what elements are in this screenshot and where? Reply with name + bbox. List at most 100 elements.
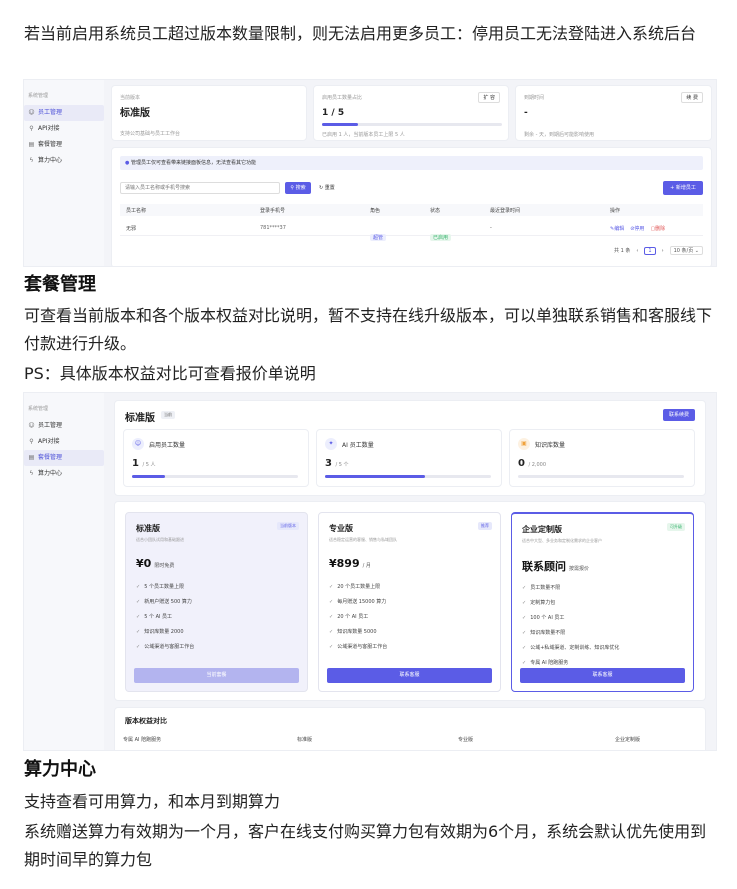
page-number[interactable]: 1	[644, 246, 656, 255]
plan-desc: 适合小团队试用和基础跟进	[136, 537, 184, 542]
version-label: 当前版本	[120, 95, 141, 101]
cell-last-login: -	[490, 225, 492, 231]
renew-button[interactable]: 续 费	[681, 92, 703, 103]
screenshot-employee-management: 系统管理 ☺ 员工管理 ⚲ API对接 ▤ 套餐管理 ϟ 算力中心 当前版本 标…	[23, 79, 717, 267]
contact-support-button[interactable]: 联系客服	[520, 668, 685, 683]
people-icon: ☺	[132, 438, 144, 450]
sidebar-title: 系统管理	[28, 93, 49, 99]
plan-price-value: 联系顾问	[522, 560, 566, 573]
compare-header-standard: 标准版	[297, 737, 313, 743]
reset-button[interactable]: ↻ 重置	[319, 182, 335, 194]
compare-header-service: 专属 AI 陪跑服务	[123, 737, 162, 743]
current-plan-button[interactable]: 当前套餐	[134, 668, 299, 683]
feature-item: 100 个 AI 员工	[522, 614, 564, 621]
compare-card: 版本权益对比 专属 AI 陪跑服务 标准版 专业版 企业定制版	[114, 707, 706, 750]
feature-item: 公域渠道与客服工作台	[136, 643, 194, 650]
bolt-icon: ϟ	[29, 157, 34, 164]
current-plan-badge: 当前	[161, 411, 175, 419]
column-header-phone: 登录手机号	[260, 208, 286, 214]
feature-item: 20 个 AI 员工	[329, 613, 368, 620]
plan-name: 专业版	[329, 524, 353, 533]
disable-label: 停用	[634, 226, 645, 232]
book-icon: ▣	[518, 438, 530, 450]
row-actions: ✎编辑 ⊘停用 ▢删除	[610, 225, 665, 232]
status-badge: 已启用	[430, 234, 452, 241]
plans-card: 标准版 当前版本 适合小团队试用和基础跟进 ¥0限时免费 5 个员工数量上限新用…	[114, 501, 706, 701]
stat-progress-fill	[325, 475, 425, 478]
sidebar-item-api[interactable]: ⚲ API对接	[24, 434, 104, 450]
sidebar-item-plan[interactable]: ▤ 套餐管理	[24, 137, 104, 153]
link-icon: ⚲	[29, 125, 34, 132]
sidebar-item-compute[interactable]: ϟ 算力中心	[24, 466, 104, 482]
plan-standard-card: 标准版 当前版本 适合小团队试用和基础跟进 ¥0限时免费 5 个员工数量上限新用…	[125, 512, 308, 692]
sidebar: 系统管理 ☺ 员工管理 ⚲ API对接 ▤ 套餐管理 ϟ 算力中心	[24, 393, 104, 750]
sidebar-item-compute[interactable]: ϟ 算力中心	[24, 153, 104, 169]
search-input[interactable]	[120, 182, 280, 194]
stat-label: 启用员工数量	[149, 442, 186, 449]
role-badge: 超管	[370, 234, 387, 241]
stat-progress	[518, 475, 684, 478]
delete-link[interactable]: ▢删除	[650, 225, 665, 232]
sidebar-title: 系统管理	[28, 406, 49, 412]
disable-link[interactable]: ⊘停用	[630, 225, 644, 232]
plan-overview-card: 标准版 当前 联系续费 ☺ 启用员工数量 1 / 5 人 ✦ AI 员工数量 3…	[114, 400, 706, 496]
info-icon: ●	[125, 160, 130, 166]
pagination: 共 1 条 ‹ 1 › 10 条/页 ⌄	[614, 246, 703, 255]
table-row: 无邪 781****37 超管 已启用 - ✎编辑 ⊘停用 ▢删除	[120, 220, 703, 241]
compare-header-enterprise: 企业定制版	[615, 737, 641, 743]
feature-item: 定制算力包	[522, 599, 555, 606]
employee-list-card: ● 管理员工仅可查看带来链接面板信息，无法查看其它功能 ⚲ 搜索 ↻ 重置 + …	[111, 147, 712, 266]
stat-card: ☺ 启用员工数量 1 / 5 人	[123, 429, 309, 487]
sidebar-item-api[interactable]: ⚲ API对接	[24, 121, 104, 137]
plan-desc: 适合稳定运营的客服、销售与私域团队	[329, 537, 397, 542]
next-page-icon[interactable]: ›	[662, 248, 664, 254]
version-desc: 支持公司基础与员工工作台	[120, 131, 181, 137]
stat-value-unit: / 5 个	[335, 462, 349, 468]
contact-renew-button[interactable]: 联系续费	[663, 409, 695, 421]
quota-card: 启用员工数量占比 扩 容 1 / 5 已启用 1 人，当前版本员工上限 5 人	[313, 85, 509, 141]
plan-price-value: ¥899	[329, 557, 360, 570]
sidebar-item-plan[interactable]: ▤ 套餐管理	[24, 450, 104, 466]
stat-value: 1 / 5 人	[132, 458, 156, 469]
delete-label: 删除	[655, 226, 666, 232]
paragraph-version-limit: 若当前启用系统员工超过版本数量限制，则无法启用更多员工：停用员工无法登陆进入系统…	[24, 24, 697, 43]
heading-compute-center: 算力中心	[24, 759, 96, 780]
add-employee-button[interactable]: + 新增员工	[663, 181, 703, 195]
stat-value: 3 / 5 个	[325, 458, 349, 469]
plan-desc: 适合中大型、多业务和定制化需求的企业客户	[522, 538, 602, 543]
plan-badge: 推荐	[478, 522, 492, 530]
pagination-total: 共 1 条	[614, 248, 631, 254]
feature-item: 5 个员工数量上限	[136, 583, 184, 590]
plan-badge: 可升级	[667, 523, 685, 531]
prev-page-icon[interactable]: ‹	[636, 248, 638, 254]
plan-price-note: 按需报价	[569, 566, 590, 572]
feature-item: 公域+私域渠道、定制训练、知识库优化	[522, 644, 619, 651]
sidebar-item-employees[interactable]: ☺ 员工管理	[24, 105, 104, 121]
user-icon: ☺	[28, 422, 35, 429]
heading-plan-management: 套餐管理	[24, 274, 96, 295]
feature-item: 新用户赠送 500 算力	[136, 598, 192, 605]
contact-support-button[interactable]: 联系客服	[327, 668, 492, 683]
plan-price-value: ¥0	[136, 557, 152, 570]
sidebar-item-employees[interactable]: ☺ 员工管理	[24, 418, 104, 434]
link-icon: ⚲	[29, 438, 34, 445]
expire-card: 到期时间 续 费 - 剩余 - 天，到期后可能影响使用	[515, 85, 712, 141]
cell-name: 无邪	[126, 226, 137, 232]
column-header-name: 员工名称	[126, 208, 147, 214]
edit-link[interactable]: ✎编辑	[610, 225, 624, 232]
quota-progress	[322, 123, 502, 126]
stat-card: ✦ AI 员工数量 3 / 5 个	[316, 429, 502, 487]
column-header-role: 角色	[370, 208, 381, 214]
plan-enterprise-card: 企业定制版 可升级 适合中大型、多业务和定制化需求的企业客户 联系顾问 按需报价 …	[511, 512, 694, 692]
package-icon: ▤	[28, 141, 35, 148]
current-plan-title: 标准版	[125, 413, 155, 424]
expand-button[interactable]: 扩 容	[478, 92, 500, 103]
user-icon: ☺	[28, 109, 35, 116]
search-button[interactable]: ⚲ 搜索	[285, 182, 311, 194]
page-size-value: 10 条/页	[673, 248, 694, 254]
sidebar-item-label: 员工管理	[38, 422, 63, 429]
chevron-down-icon: ⌄	[694, 248, 699, 254]
page-size-select[interactable]: 10 条/页 ⌄	[669, 246, 703, 255]
refresh-icon: ↻	[319, 185, 324, 191]
sidebar-item-label: 员工管理	[38, 109, 63, 116]
